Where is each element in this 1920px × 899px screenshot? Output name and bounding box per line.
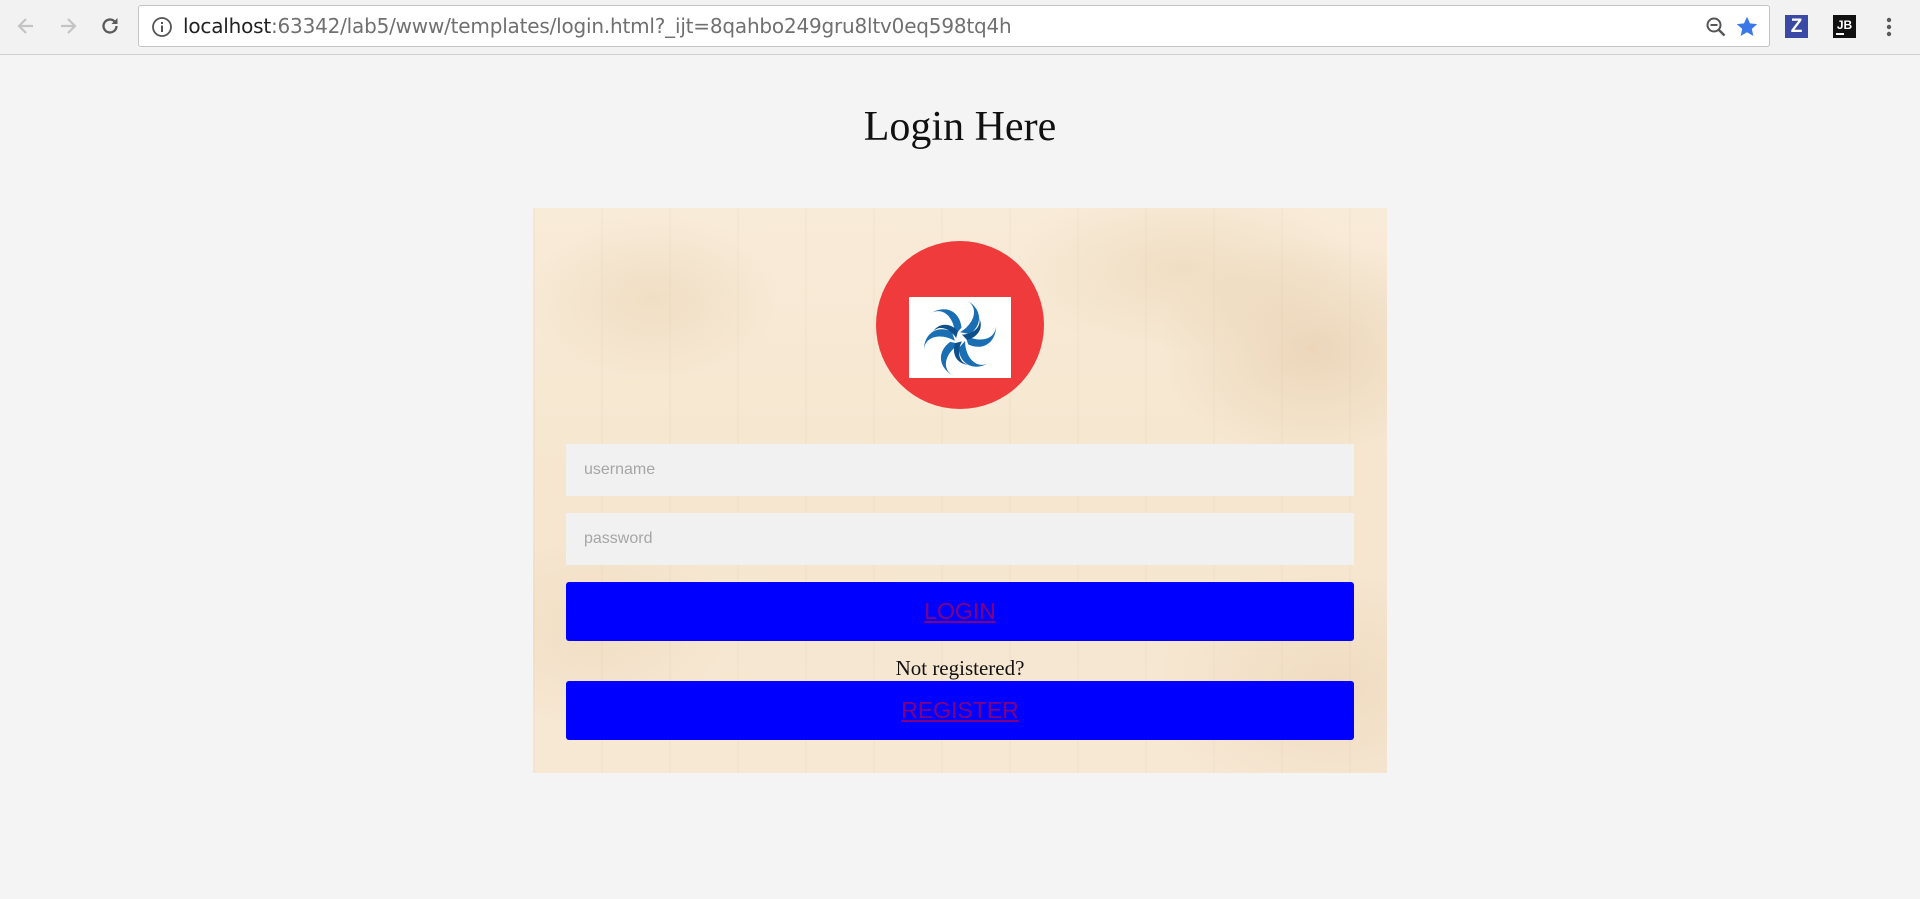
- url-host: localhost: [183, 14, 271, 38]
- address-bar[interactable]: localhost:63342/lab5/www/templates/login…: [138, 5, 1770, 47]
- forward-button[interactable]: [54, 12, 82, 40]
- url-text[interactable]: localhost:63342/lab5/www/templates/login…: [183, 6, 1012, 46]
- register-button[interactable]: REGISTER: [566, 681, 1354, 740]
- zoom-out-icon[interactable]: [1705, 16, 1727, 38]
- arrow-left-icon: [17, 18, 33, 34]
- register-link[interactable]: REGISTER: [901, 697, 1019, 724]
- arrow-right-icon: [61, 18, 77, 34]
- avatar: [876, 241, 1044, 409]
- not-registered-text: Not registered?: [895, 656, 1025, 680]
- username-input[interactable]: [566, 444, 1354, 496]
- jetbrains-label: JB: [1836, 17, 1853, 32]
- page-title: Login Here: [863, 104, 1057, 150]
- browser-toolbar: localhost:63342/lab5/www/templates/login…: [0, 0, 1920, 55]
- zotero-icon[interactable]: Z: [1785, 15, 1808, 38]
- jetbrains-bar: [1836, 32, 1844, 35]
- password-input[interactable]: [566, 513, 1354, 565]
- login-card: LOGIN Not registered? REGISTER: [533, 208, 1387, 773]
- login-link[interactable]: LOGIN: [924, 598, 996, 625]
- url-path: :63342/lab5/www/templates/login.html?_ij…: [270, 14, 1012, 38]
- reload-icon: [102, 18, 118, 34]
- info-icon[interactable]: [151, 16, 173, 38]
- kebab-menu-icon[interactable]: [1885, 16, 1893, 38]
- logo-image: [909, 297, 1011, 378]
- jetbrains-icon[interactable]: JB: [1833, 15, 1856, 38]
- reload-button[interactable]: [96, 12, 124, 40]
- zotero-label: Z: [1790, 15, 1803, 37]
- star-icon[interactable]: [1735, 15, 1759, 39]
- swirl-logo-icon: [924, 300, 996, 375]
- back-button[interactable]: [12, 12, 40, 40]
- login-button[interactable]: LOGIN: [566, 582, 1354, 641]
